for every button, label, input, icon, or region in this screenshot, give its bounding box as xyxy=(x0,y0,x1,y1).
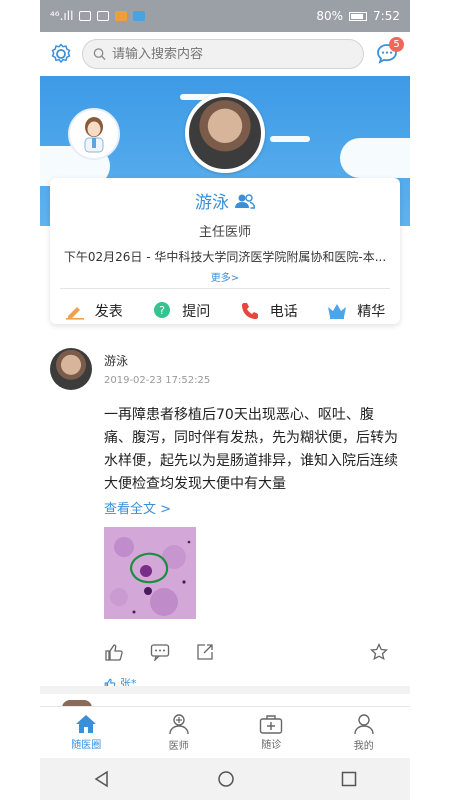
section-gap xyxy=(40,686,410,694)
doctor-icon xyxy=(169,714,189,735)
tab-doctors[interactable]: 医师 xyxy=(133,707,226,758)
app-notification-icon xyxy=(115,11,128,21)
search-bar[interactable] xyxy=(82,39,364,69)
cloud-decoration xyxy=(340,138,410,178)
star-icon[interactable] xyxy=(370,643,388,661)
share-icon[interactable] xyxy=(196,643,214,661)
phone-icon xyxy=(241,303,258,319)
question-bubble-icon: ? xyxy=(154,302,171,318)
tab-me[interactable]: 我的 xyxy=(318,707,411,758)
author-avatar[interactable] xyxy=(50,348,92,390)
more-link[interactable]: 更多> xyxy=(50,269,400,284)
messages-button[interactable]: 5 xyxy=(372,37,404,69)
cloud-decoration xyxy=(270,136,310,142)
thumbs-up-icon[interactable] xyxy=(104,643,124,661)
action-label: 精华 xyxy=(357,304,386,320)
doctor-title: 主任医师 xyxy=(198,225,251,240)
user-icon xyxy=(354,714,374,735)
microscope-image xyxy=(104,527,196,619)
action-label: 发表 xyxy=(94,304,123,320)
post-body: 一再障患者移植后70天出现恶心、呕吐、腹痛、腹泻，同时伴有发热，先为糊状便，后转… xyxy=(104,407,398,492)
doctor-avatar[interactable] xyxy=(185,93,265,173)
action-row: 发表 ? 提问 电话 精华 xyxy=(50,289,400,333)
action-label: 电话 xyxy=(269,304,298,320)
tab-label: 随诊 xyxy=(261,740,282,751)
clock: 7:52 xyxy=(373,9,400,23)
action-publish[interactable]: 发表 xyxy=(65,301,123,321)
status-bar: ⁴⁶.ıll 80% 7:52 xyxy=(40,0,410,32)
post-header: 游泳 2019-02-23 17:52:25 xyxy=(50,348,400,390)
crown-icon xyxy=(328,304,347,319)
tab-label: 随医圈 xyxy=(71,740,102,751)
post-image[interactable] xyxy=(104,527,196,619)
status-left: ⁴⁶.ıll xyxy=(50,9,146,23)
doctor-name: 游泳 xyxy=(195,193,229,213)
bottom-tab-bar: 随医圈 医师 随诊 我的 xyxy=(40,706,410,758)
top-bar: 5 xyxy=(40,32,410,76)
action-phone[interactable]: 电话 xyxy=(240,301,298,321)
nurse-icon xyxy=(84,117,104,153)
doctor-banner: 游泳 主任医师 下午02月26日 - 华中科技大学同济医学院附属协和医院-本..… xyxy=(40,76,410,324)
author-meta: 游泳 2019-02-23 17:52:25 xyxy=(104,348,210,386)
settings-gear-icon[interactable] xyxy=(48,41,74,67)
action-ask[interactable]: ? 提问 xyxy=(152,301,210,321)
tab-home[interactable]: 随医圈 xyxy=(40,707,133,758)
read-full-link[interactable]: 查看全文 > xyxy=(104,498,400,517)
search-input[interactable] xyxy=(111,46,353,62)
back-icon[interactable] xyxy=(93,770,111,788)
home-circle-icon[interactable] xyxy=(217,770,235,788)
system-nav-bar xyxy=(40,758,410,800)
medical-kit-icon xyxy=(260,715,283,734)
recents-icon[interactable] xyxy=(341,771,357,787)
doctor-profile-card: 游泳 主任医师 下午02月26日 - 华中科技大学同济医学院附属协和医院-本..… xyxy=(50,178,400,324)
message-count-badge: 5 xyxy=(389,37,404,52)
doctor-description: 下午02月26日 - 华中科技大学同济医学院附属协和医院-本... xyxy=(63,250,387,264)
action-essence[interactable]: 精华 xyxy=(327,301,385,321)
app-notification-icon xyxy=(133,11,146,21)
status-right: 80% 7:52 xyxy=(316,9,400,23)
post-toolbar xyxy=(104,637,400,667)
vibrate-icon xyxy=(97,11,110,21)
action-label: 提问 xyxy=(182,304,211,320)
followers-icon[interactable] xyxy=(235,193,255,209)
feed-post[interactable]: 游泳 2019-02-23 17:52:25 一再障患者移植后70天出现恶心、呕… xyxy=(40,336,410,699)
tab-label: 医师 xyxy=(168,741,189,752)
doctor-name-row: 游泳 xyxy=(50,188,400,213)
tab-label: 我的 xyxy=(353,741,374,752)
home-icon xyxy=(76,715,97,733)
eye-icon xyxy=(79,11,92,21)
tab-followup[interactable]: 随诊 xyxy=(225,707,318,758)
app-screen: ⁴⁶.ıll 80% 7:52 5 xyxy=(40,0,410,800)
author-name[interactable]: 游泳 xyxy=(104,352,210,369)
search-icon xyxy=(93,48,106,61)
post-time: 2019-02-23 17:52:25 xyxy=(104,375,211,386)
battery-percent: 80% xyxy=(316,9,344,23)
comment-icon[interactable] xyxy=(150,643,170,661)
pencil-icon xyxy=(65,307,84,320)
signal-text: ⁴⁶.ıll xyxy=(50,9,74,23)
battery-icon xyxy=(349,11,368,21)
svg-text:?: ? xyxy=(159,304,165,317)
assistant-avatar[interactable] xyxy=(68,108,120,160)
